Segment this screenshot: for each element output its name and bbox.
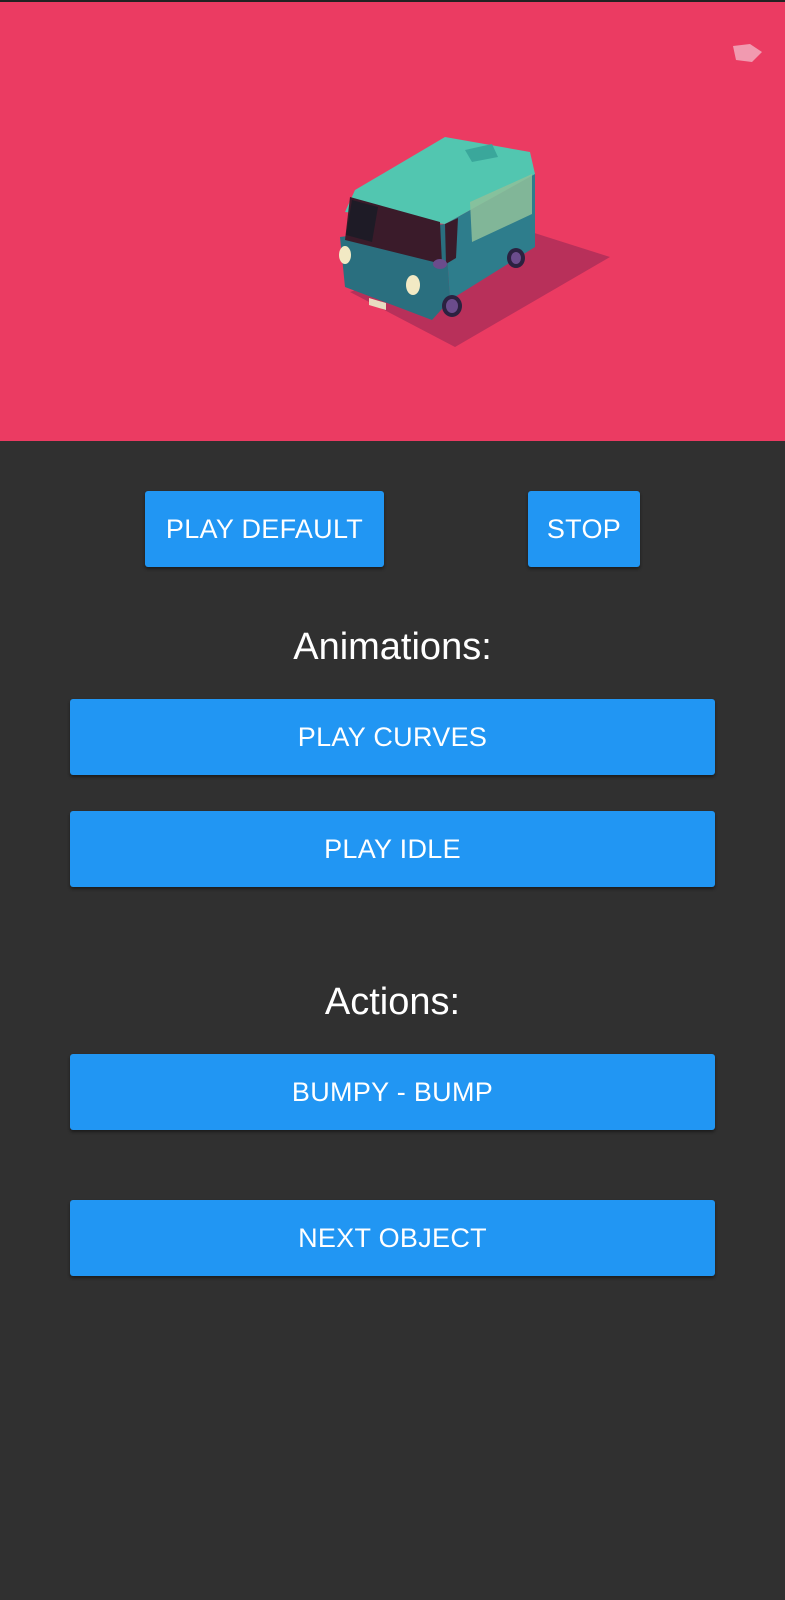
controls-panel: PLAY DEFAULT STOP Animations: PLAY CURVE… <box>0 441 785 1600</box>
bumpy-bump-button[interactable]: BUMPY - BUMP <box>70 1054 715 1130</box>
animations-heading: Animations: <box>293 626 492 668</box>
actions-heading: Actions: <box>324 981 461 1023</box>
play-idle-button[interactable]: PLAY IDLE <box>70 811 715 887</box>
play-curves-button[interactable]: PLAY CURVES <box>70 699 715 775</box>
van-model <box>339 137 610 347</box>
stop-button[interactable]: STOP <box>528 491 640 567</box>
3d-scene-view[interactable] <box>0 0 785 441</box>
play-default-button[interactable]: PLAY DEFAULT <box>145 491 384 567</box>
next-object-button[interactable]: NEXT OBJECT <box>70 1200 715 1276</box>
